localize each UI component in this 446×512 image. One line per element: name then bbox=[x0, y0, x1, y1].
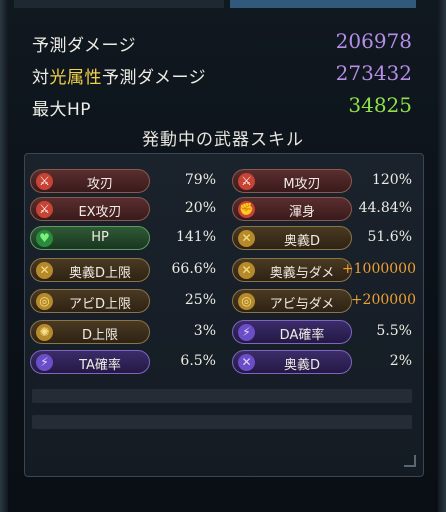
skill-pill-damage-cap: ✺ D上限 bbox=[30, 320, 150, 344]
crossed-swords-icon: ✕ bbox=[238, 354, 255, 371]
ability-icon: ◎ bbox=[238, 293, 255, 310]
skill-value: 6.5% bbox=[180, 353, 216, 369]
skill-pill-ex-attack: ⚔ EX攻刃 bbox=[30, 197, 150, 221]
max-hp-label: 最大HP bbox=[32, 100, 92, 120]
skill-pill-ougi-supplement: ✕ 奥義与ダメ bbox=[232, 258, 352, 282]
skill-row: ⚔ EX攻刃 20% ✊ 渾身 44.84% bbox=[30, 197, 420, 223]
element-damage-label: 対光属性予測ダメージ bbox=[32, 63, 206, 88]
skill-row: ⚔ 攻刃 79% ⚔ M攻刃 120% bbox=[30, 169, 420, 195]
skill-value: 66.6% bbox=[171, 261, 216, 277]
sword-icon: ⚔ bbox=[36, 173, 53, 190]
sword-icon: ⚔ bbox=[36, 201, 53, 218]
skill-row: ✺ D上限 3% ⚡ DA確率 5.5% bbox=[30, 320, 420, 346]
double-slash-icon: ⚡ bbox=[238, 324, 255, 341]
skill-value: 20% bbox=[184, 200, 216, 216]
skill-value: 5.5% bbox=[376, 323, 412, 339]
crossed-swords-icon: ✕ bbox=[238, 230, 255, 247]
sword-icon: ⚔ bbox=[238, 173, 255, 190]
crossed-swords-icon: ✕ bbox=[238, 262, 255, 279]
gear-icon: ✺ bbox=[36, 324, 53, 341]
skill-value: 2% bbox=[389, 353, 412, 369]
background-ghost-rows bbox=[32, 385, 412, 445]
skill-pill-m-attack: ⚔ M攻刃 bbox=[232, 169, 352, 193]
heart-icon: ♥ bbox=[36, 230, 53, 247]
expected-damage-row: 予測ダメージ 206978 bbox=[32, 28, 416, 60]
skill-pill-attack: ⚔ 攻刃 bbox=[30, 169, 150, 193]
skill-row: ♥ HP 141% ✕ 奥義D 51.6% bbox=[30, 226, 420, 252]
max-hp-value: 34825 bbox=[348, 93, 412, 117]
skill-value: 141% bbox=[175, 229, 216, 245]
skill-value: +200000 bbox=[350, 292, 416, 308]
skill-pill-ta-rate: ⚡ TA確率 bbox=[30, 350, 150, 374]
skill-row: ◎ アビD上限 25% ◎ アビ与ダメ +200000 bbox=[30, 289, 420, 315]
element-prefix: 対 bbox=[32, 68, 50, 88]
panel-corner-mark bbox=[404, 455, 416, 467]
skill-pill-ougi-damage-2: ✕ 奥義D bbox=[232, 350, 352, 374]
ability-icon: ◎ bbox=[36, 293, 53, 310]
skill-pill-ability-supplement: ◎ アビ与ダメ bbox=[232, 289, 352, 313]
frame-left-edge bbox=[0, 0, 8, 512]
skill-value: 120% bbox=[371, 172, 412, 188]
skill-value: 51.6% bbox=[367, 229, 412, 245]
element-damage-value: 273432 bbox=[335, 61, 412, 85]
max-hp-row: 最大HP 34825 bbox=[32, 92, 416, 124]
skill-value: +1000000 bbox=[341, 261, 416, 277]
expected-damage-label: 予測ダメージ bbox=[32, 36, 137, 56]
top-tab-highlight bbox=[230, 0, 416, 8]
skill-row: ✕ 奥義D上限 66.6% ✕ 奥義与ダメ +1000000 bbox=[30, 258, 420, 284]
skill-value: 44.84% bbox=[358, 200, 412, 216]
crossed-swords-icon: ✕ bbox=[36, 262, 53, 279]
skill-value: 79% bbox=[184, 172, 216, 188]
skill-pill-stamina: ✊ 渾身 bbox=[232, 197, 352, 221]
skill-pill-hp: ♥ HP bbox=[30, 226, 150, 250]
triple-slash-icon: ⚡ bbox=[36, 354, 53, 371]
expected-damage-value: 206978 bbox=[335, 29, 412, 53]
damage-stats: 予測ダメージ 206978 対光属性予測ダメージ 273432 最大HP 348… bbox=[32, 28, 416, 124]
weapon-skill-summary-screen: { "stats": { "expected_damage_label": "予… bbox=[0, 0, 446, 512]
skill-pill-ougi-damage: ✕ 奥義D bbox=[232, 226, 352, 250]
skill-value: 3% bbox=[193, 323, 216, 339]
element-damage-suffix: 予測ダメージ bbox=[102, 68, 207, 88]
skill-row: ⚡ TA確率 6.5% ✕ 奥義D 2% bbox=[30, 350, 420, 376]
skill-value: 25% bbox=[184, 292, 216, 308]
frame-right-edge bbox=[438, 0, 446, 512]
top-bar-left bbox=[14, 0, 224, 8]
element-damage-row: 対光属性予測ダメージ 273432 bbox=[32, 60, 416, 92]
flexed-arm-icon: ✊ bbox=[238, 201, 255, 218]
skill-pill-da-rate: ⚡ DA確率 bbox=[232, 320, 352, 344]
active-skills-title: 発動中の武器スキル bbox=[142, 130, 304, 150]
element-name: 光属性 bbox=[49, 68, 102, 88]
skill-pill-ability-cap: ◎ アビD上限 bbox=[30, 289, 150, 313]
skill-pill-ougi-cap: ✕ 奥義D上限 bbox=[30, 258, 150, 282]
